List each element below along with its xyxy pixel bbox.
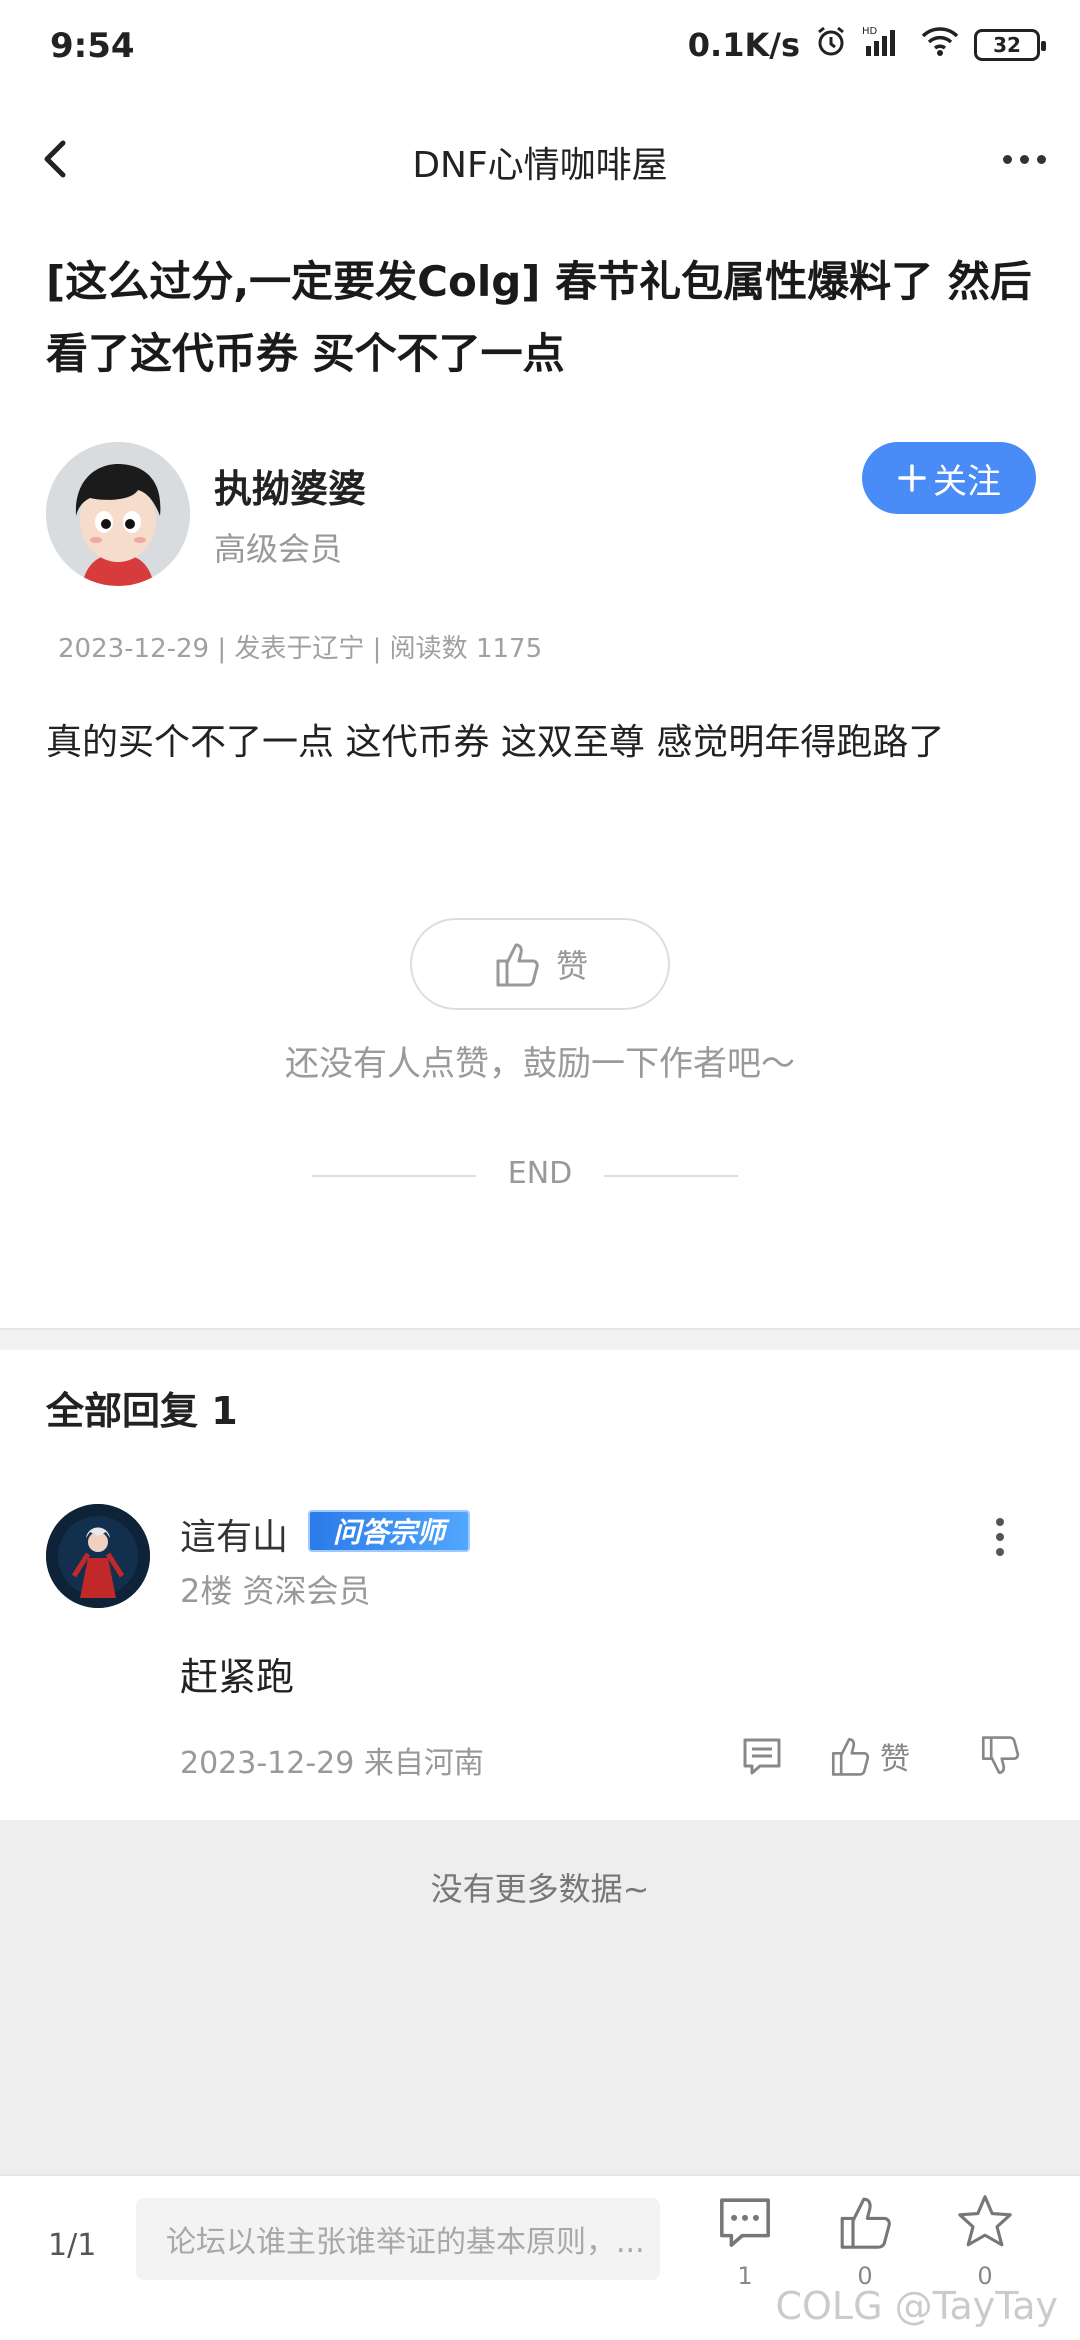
reply-input-placeholder: 论坛以谁主张谁举证的基本原则，... — [166, 2225, 645, 2260]
thumbs-up-icon — [831, 1737, 870, 1776]
svg-text:HD: HD — [862, 26, 878, 37]
wifi-icon — [920, 25, 960, 65]
reply-content: 赶紧跑 — [180, 1655, 295, 1699]
status-bar: 9:54 0.1K/s HD 32 — [0, 0, 1080, 96]
reply-author-badge: 问答宗师 — [308, 1510, 470, 1552]
section-divider — [0, 1328, 1080, 1350]
reply-floor-level: 2楼 资深会员 — [180, 1572, 371, 1610]
like-button[interactable]: 赞 — [410, 918, 670, 1010]
thumbs-down-icon — [981, 1736, 1020, 1775]
signal-icon: HD — [862, 24, 906, 66]
dot — [1002, 154, 1012, 164]
dot — [1036, 154, 1046, 164]
like-hint: 还没有人点赞，鼓励一下作者吧～ — [285, 1044, 795, 1084]
plus-icon — [898, 464, 926, 492]
page-indicator[interactable]: 1/1 — [48, 2228, 96, 2263]
page-title: DNF心情咖啡屋 — [412, 145, 668, 186]
post-title: [这么过分,一定要发Colg] 春节礼包属性爆料了 然后看了这代币券 买个不了一… — [46, 257, 1032, 378]
author-level: 高级会员 — [214, 530, 343, 568]
dot — [996, 1548, 1004, 1556]
reply-comment-button[interactable] — [740, 1732, 784, 1780]
comment-icon — [720, 2198, 770, 2247]
dot — [1019, 154, 1029, 164]
star-icon — [958, 2195, 1012, 2247]
reply-time-location: 2023-12-29 来自河南 — [180, 1746, 484, 1781]
no-more-data: 没有更多数据~ — [430, 1870, 650, 1908]
alarm-icon — [814, 24, 848, 66]
status-time: 9:54 — [50, 26, 135, 66]
replies-header: 全部回复 1 — [46, 1389, 238, 1433]
author-name[interactable]: 执拗婆婆 — [214, 458, 366, 513]
thumbs-up-icon — [496, 943, 539, 987]
reply-author-name[interactable]: 這有山 — [180, 1508, 288, 1560]
thumbs-up-icon — [840, 2197, 891, 2249]
like-label: 赞 — [555, 947, 588, 985]
watermark: COLG @TayTay — [775, 2284, 1058, 2328]
bottom-bar: 1/1 论坛以谁主张谁举证的基本原则，... 1 0 0 COLG @TayTa… — [0, 2174, 1080, 2340]
battery-icon: 32 — [974, 29, 1046, 61]
dot — [996, 1533, 1004, 1541]
dot — [996, 1518, 1004, 1526]
follow-label: 关注 — [933, 461, 1001, 502]
comment-icon — [743, 1738, 781, 1775]
end-marker: END — [507, 1156, 573, 1191]
post-body: 真的买个不了一点 这代币券 这双至尊 感觉明年得跑路了 — [46, 722, 945, 763]
comment-count: 1 — [737, 2262, 753, 2290]
follow-button[interactable]: 关注 — [862, 442, 1036, 514]
reply-avatar[interactable] — [46, 1504, 150, 1608]
status-icons: 0.1K/s HD 32 — [687, 24, 1046, 66]
post-meta: 2023-12-29 | 发表于辽宁 | 阅读数 1175 — [58, 634, 543, 664]
end-divider-right — [604, 1175, 738, 1177]
author-avatar[interactable] — [46, 442, 190, 586]
network-speed: 0.1K/s — [687, 26, 800, 64]
reply-dislike-button[interactable] — [978, 1732, 1022, 1780]
nav-header: DNF心情咖啡屋 — [0, 110, 1080, 210]
reply-more-button[interactable] — [980, 1512, 1020, 1562]
reply-like-button[interactable]: 赞 — [828, 1732, 910, 1780]
reply-like-label: 赞 — [880, 1742, 910, 1777]
reply-input[interactable]: 论坛以谁主张谁举证的基本原则，... — [136, 2198, 660, 2280]
more-options-button[interactable] — [994, 134, 1054, 184]
